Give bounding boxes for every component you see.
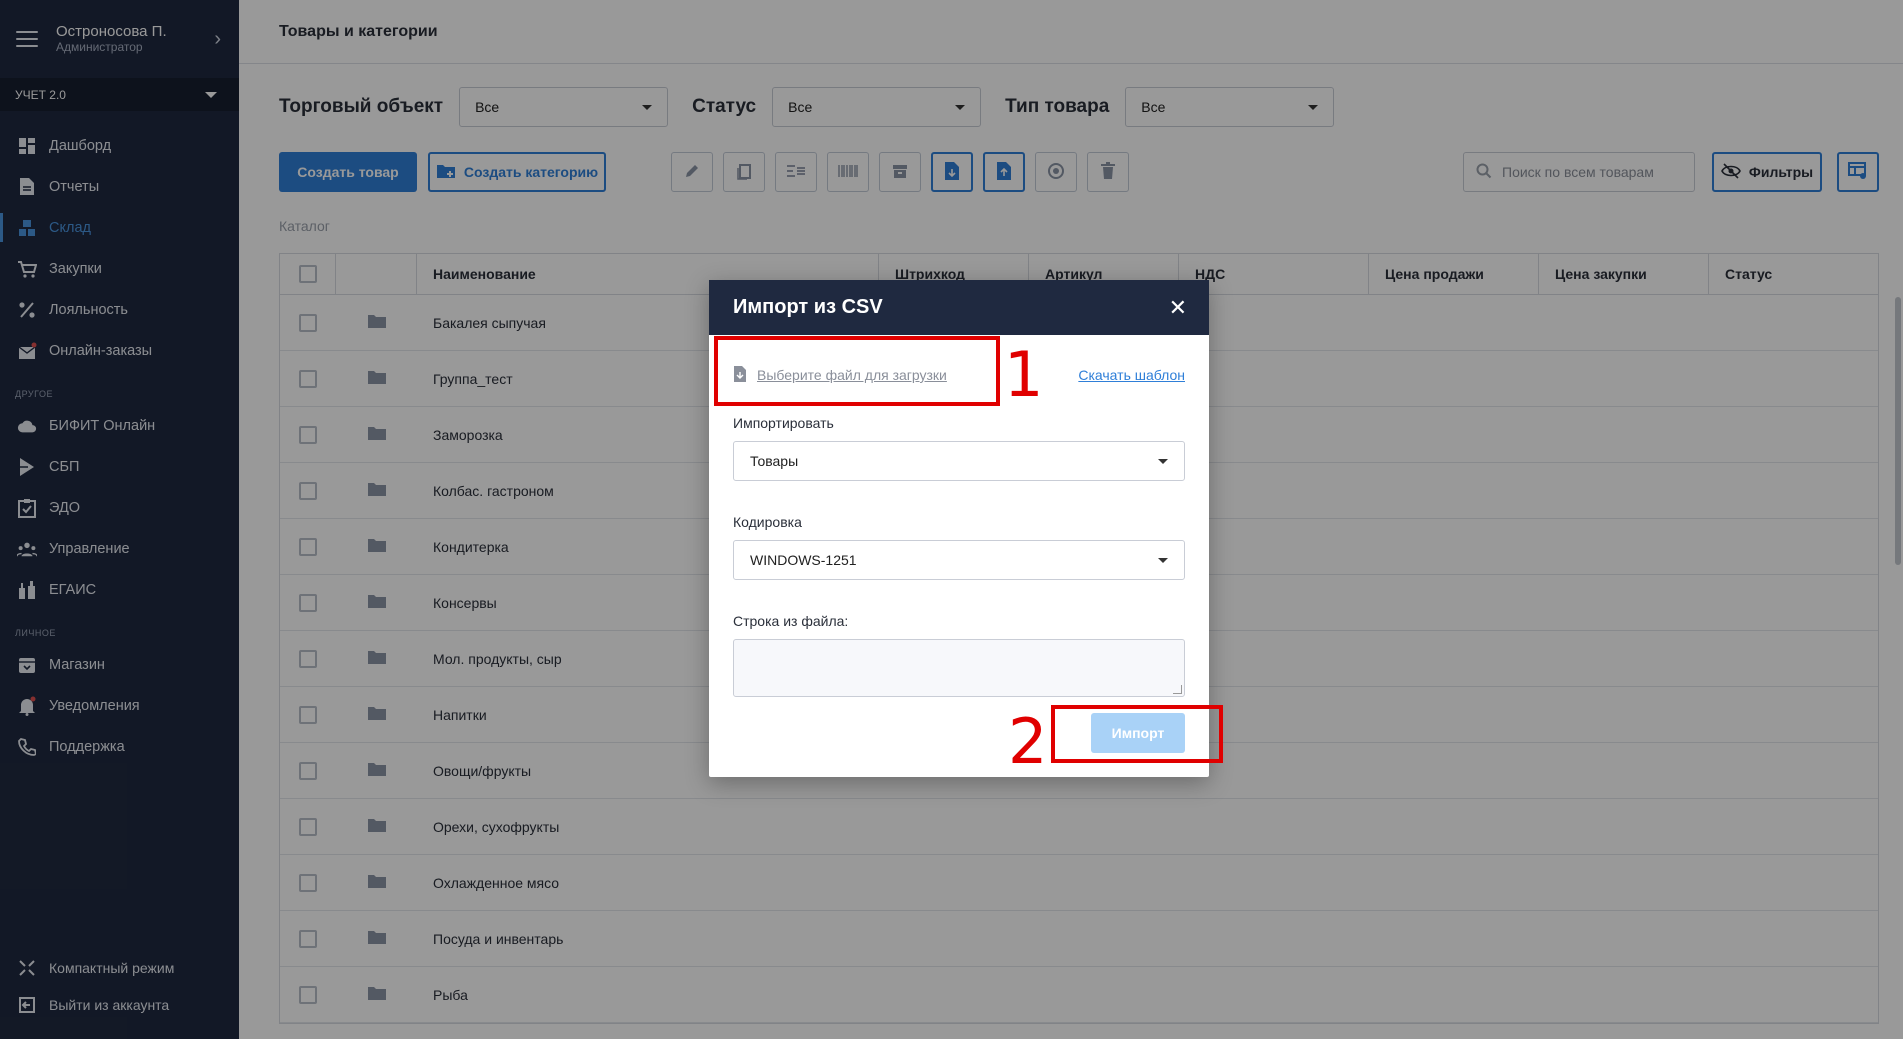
annotation-marker-1: 1	[1004, 338, 1044, 411]
file-row-label: Строка из файла:	[733, 613, 849, 629]
import-type-select[interactable]: Товары	[733, 441, 1185, 481]
annotation-marker-2: 2	[1008, 705, 1048, 778]
file-row-textarea[interactable]	[733, 639, 1185, 697]
dropdown-arrow-icon	[1158, 557, 1168, 563]
dialog-title: Импорт из CSV	[733, 296, 883, 318]
download-template-link[interactable]: Скачать шаблон	[1078, 367, 1185, 383]
encoding-label: Кодировка	[733, 514, 802, 530]
import-type-label: Импортировать	[733, 415, 834, 431]
highlight-box-2	[1051, 705, 1223, 763]
close-icon[interactable]: ✕	[1169, 296, 1187, 319]
highlight-box-1	[714, 336, 1000, 406]
encoding-select[interactable]: WINDOWS-1251	[733, 540, 1185, 580]
dropdown-arrow-icon	[1158, 458, 1168, 464]
